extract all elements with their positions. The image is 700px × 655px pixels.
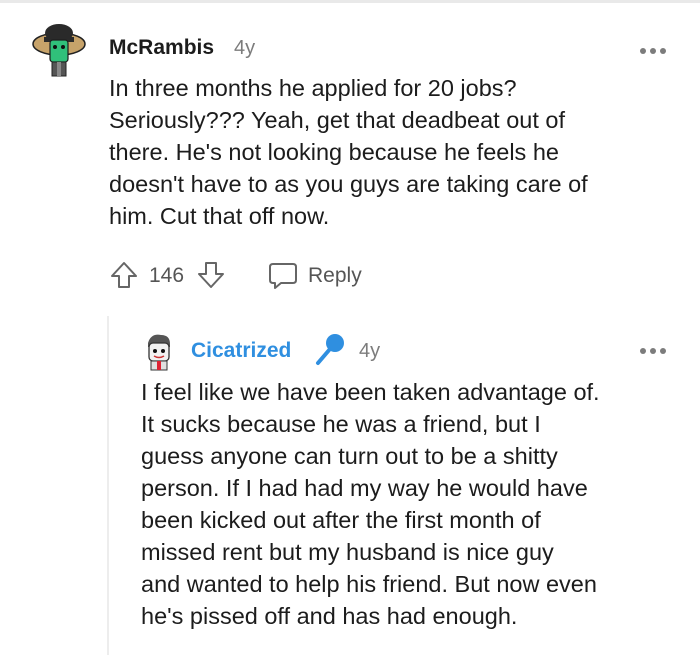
reply-author[interactable]: Cicatrized [191, 339, 291, 363]
avatar-icon[interactable] [30, 20, 88, 78]
upvote-arrow-icon[interactable] [109, 260, 139, 290]
reply-line: and wanted to help his friend. But now e… [141, 571, 597, 597]
reply-body: I feel like we have been taken advantage… [141, 376, 681, 632]
thread-line[interactable] [107, 316, 109, 655]
reply-button[interactable]: Reply [308, 264, 362, 288]
reply-line: he's pissed off and has had enough. [141, 603, 518, 629]
comment-actions: 146 Reply [109, 259, 409, 293]
microphone-icon [316, 334, 344, 365]
reply-line: I feel like we have been taken advantage… [141, 379, 600, 405]
reply-line: person. If I had had my way he would hav… [141, 475, 588, 501]
reply-age: 4y [359, 340, 381, 362]
more-options-icon[interactable] [638, 45, 668, 57]
comment-age: 4y [234, 37, 256, 59]
comment-line: Seriously??? Yeah, get that deadbeat out… [109, 107, 566, 133]
more-options-icon[interactable] [638, 345, 668, 357]
chat-bubble-icon[interactable] [267, 261, 299, 291]
comment-author[interactable]: McRambis [109, 36, 214, 60]
avatar-icon[interactable] [139, 331, 179, 371]
comment-body: In three months he applied for 20 jobs? … [109, 72, 669, 232]
reply-line: It sucks because he was a friend, but I [141, 411, 541, 437]
reply-line: been kicked out after the first month of [141, 507, 541, 533]
downvote-arrow-icon[interactable] [196, 260, 226, 290]
comment-line: In three months he applied for 20 jobs? [109, 75, 517, 101]
vote-count: 146 [149, 264, 185, 287]
top-divider [0, 0, 700, 3]
comment-line: doesn't have to as you guys are taking c… [109, 171, 588, 197]
comment-line: him. Cut that off now. [109, 203, 330, 229]
reply-line: guess anyone can turn out to be a shitty [141, 443, 558, 469]
reply-line: missed rent but my husband is nice guy [141, 539, 554, 565]
comment-line: there. He's not looking because he feels… [109, 139, 559, 165]
